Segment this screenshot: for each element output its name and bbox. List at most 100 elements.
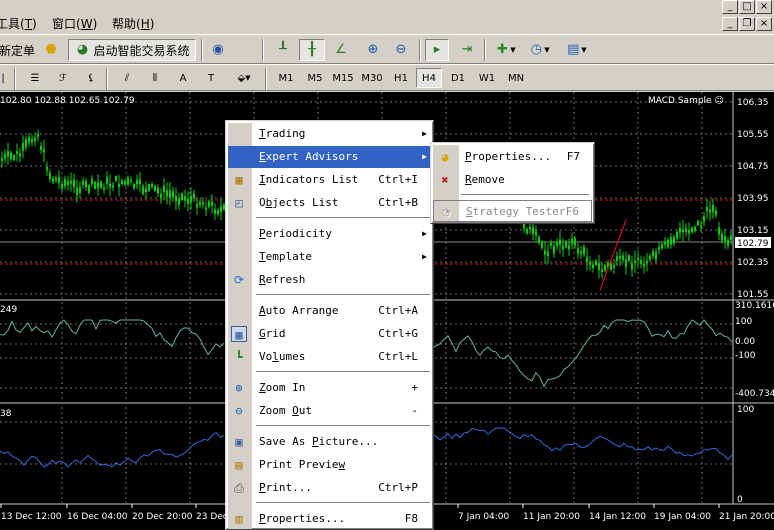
templates-button[interactable]: ▤ ▼ [560, 39, 592, 61]
timeframe-m5-button[interactable]: M5 [302, 68, 328, 88]
menu-item-grid[interactable]: ▦ Grid Ctrl+G [228, 323, 432, 345]
candle-body [679, 228, 681, 233]
candle-body [94, 181, 96, 190]
horizontal-line-tool[interactable]: ☰ [22, 68, 48, 88]
candle-body [568, 245, 570, 250]
refresh-icon: ⟳ [233, 273, 245, 287]
candle-body [667, 239, 669, 247]
chart-shift-button[interactable]: ⇥ [455, 39, 479, 61]
menu-item-trading[interactable]: Trading ▶ [228, 123, 432, 145]
indicators-button[interactable]: ✚ ▼ [490, 39, 520, 61]
menu-item-print[interactable]: ⎙ Print... Ctrl+P [228, 477, 432, 499]
candle-body [73, 179, 75, 187]
child-close-button[interactable]: × [756, 17, 772, 31]
menu-item-template[interactable]: Template ▶ [228, 246, 432, 268]
timeframe-h4-button[interactable]: H4 [416, 68, 442, 88]
menu-tools[interactable]: 工具(T) [0, 17, 37, 31]
candle-body [613, 265, 615, 268]
candle-body [34, 137, 36, 142]
autoscroll-button[interactable]: ▸ [425, 39, 449, 61]
timeframe-m30-button[interactable]: M30 [359, 68, 385, 88]
autotrade-button[interactable]: ◕ 启动智能交易系统 [68, 39, 196, 61]
menu-bar: 工具(T) 窗口(W) 帮助(H) _ □ × _ ❐ × [0, 0, 774, 34]
timeframe-mn-button[interactable]: MN [503, 68, 529, 88]
menu-item-objects-list[interactable]: ◰ Objects List Ctrl+B [228, 192, 432, 214]
menu-item-volumes[interactable]: ┗ Volumes Ctrl+L [228, 346, 432, 368]
trendline-tool[interactable]: ℱ [50, 68, 76, 88]
submenu-item-remove[interactable]: ✖ Remove [433, 169, 592, 191]
candle-body [214, 209, 216, 214]
timeframe-label: MN [507, 72, 525, 84]
menu-item-zoom-in[interactable]: ⊕ Zoom In + [228, 377, 432, 399]
print-icon: ⎙ [234, 481, 244, 495]
zoom-out-icon: ⊖ [395, 42, 407, 57]
vertical-line-tool[interactable]: | [0, 68, 10, 88]
menu-item-shortcut: F8 [404, 512, 418, 525]
candle-body [112, 185, 114, 188]
timeframe-h1-button[interactable]: H1 [388, 68, 414, 88]
menu-help[interactable]: 帮助(H) [112, 17, 154, 31]
zoom-in-button[interactable]: ⊕ [361, 39, 385, 61]
menu-item-refresh[interactable]: ⟳ Refresh [228, 269, 432, 291]
cci-tick-label: 0.00 [735, 337, 755, 347]
app-maximize-button[interactable]: □ [739, 0, 755, 14]
candle-body [148, 183, 150, 192]
submenu-arrow-icon: ▶ [422, 152, 427, 161]
candle-body [46, 166, 48, 171]
timeframe-m15-button[interactable]: M15 [330, 68, 356, 88]
timeframe-m1-button[interactable]: M1 [273, 68, 299, 88]
candle-body [136, 179, 138, 185]
arrows-tool[interactable]: ⬙ ▼ [230, 68, 258, 88]
candle-body [31, 139, 33, 143]
candle-body [145, 188, 147, 193]
candle-body [154, 185, 156, 192]
menu-item-indicators-list[interactable]: ▦ Indicators List Ctrl+I [228, 169, 432, 191]
price-tick-label: 106.35 [737, 98, 769, 108]
candle-body [91, 178, 93, 185]
candle-body [583, 246, 585, 255]
app-close-button[interactable]: × [756, 0, 772, 14]
fibonacci-tool[interactable]: ⚸ [78, 68, 104, 88]
app-minimize-button[interactable]: _ [722, 0, 738, 14]
text-label-tool[interactable]: T [198, 68, 224, 88]
time-tick-label: 14 Jan 12:00 [589, 512, 646, 522]
menu-item-print-preview[interactable]: ▤ Print Preview [228, 454, 432, 476]
menu-item-periodicity[interactable]: Periodicity ▶ [228, 223, 432, 245]
candlestick-button[interactable]: ╂ [299, 39, 325, 61]
channel-tool[interactable]: ⫽ [114, 68, 140, 88]
cci-tick-label: 100 [735, 317, 752, 327]
line-chart-button[interactable]: ∠ [328, 39, 354, 61]
candle-body [70, 180, 72, 184]
candle-body [109, 183, 111, 187]
candle-body [37, 134, 39, 138]
text-tool[interactable]: A [170, 68, 196, 88]
candle-body [193, 193, 195, 199]
new-order-button[interactable]: 新定单 [0, 39, 40, 61]
child-minimize-button[interactable]: _ [722, 17, 738, 31]
news-button[interactable]: ⬣ [40, 39, 62, 61]
periods-button[interactable]: ◷ ▼ [524, 39, 554, 61]
cci-line [431, 319, 733, 388]
indicators-icon: ▦ [235, 173, 243, 187]
child-restore-button[interactable]: ❐ [739, 17, 755, 31]
print-preview-icon: ▤ [235, 458, 243, 472]
candle-body [130, 179, 132, 182]
zoom-out-button[interactable]: ⊖ [389, 39, 413, 61]
menu-item-properties[interactable]: ▥ Properties... F8 [228, 508, 432, 530]
menu-item-zoom-out[interactable]: ⊖ Zoom Out - [228, 400, 432, 422]
bar-chart-button[interactable]: ┸ [270, 39, 296, 61]
timeframe-label: M30 [361, 72, 383, 84]
submenu-item-properties[interactable]: ◕ Properties... F7 [433, 146, 592, 168]
menu-window[interactable]: 窗口(W) [52, 17, 97, 31]
candle-body [196, 204, 198, 208]
menu-item-label: Template [259, 250, 312, 263]
timeframe-label: H4 [422, 72, 436, 84]
menu-item-expert-advisors[interactable]: Expert Advisors ▶ [228, 146, 432, 168]
gann-tool[interactable]: ⦀ [142, 68, 168, 88]
timeframe-d1-button[interactable]: D1 [445, 68, 471, 88]
timeframe-w1-button[interactable]: W1 [474, 68, 500, 88]
menu-item-label: Properties... [259, 512, 346, 525]
menu-item-auto-arrange[interactable]: Auto Arrange Ctrl+A [228, 300, 432, 322]
menu-item-save-as-picture[interactable]: ▣ Save As Picture... [228, 431, 432, 453]
options-button[interactable]: ◉ [206, 39, 230, 61]
